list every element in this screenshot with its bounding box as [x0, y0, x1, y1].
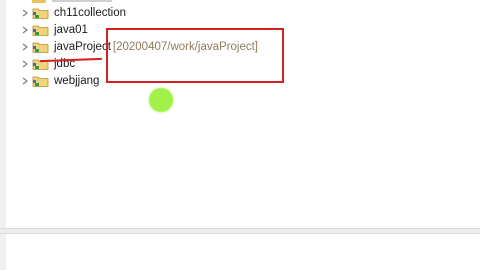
expand-arrow-icon[interactable]: [20, 72, 30, 89]
project-folder-icon: [32, 74, 50, 88]
bottom-panel: [0, 234, 480, 270]
cursor-highlight-dot: [149, 88, 173, 112]
project-folder-icon: [32, 57, 50, 71]
tree-item-label: java01: [54, 23, 88, 36]
annotation-highlight-box: [106, 28, 284, 83]
expand-arrow-icon[interactable]: [20, 4, 30, 21]
expand-arrow-icon[interactable]: [20, 21, 30, 38]
tree-item-ch11collection[interactable]: ch11collection: [20, 4, 126, 21]
tree-item-java01[interactable]: java01: [20, 21, 88, 38]
tree-item-jdbc[interactable]: jdbc: [20, 55, 75, 72]
project-explorer-panel: ch11collection java01 javaProject [20200…: [0, 0, 480, 228]
partial-item-fragment: [32, 0, 112, 3]
expand-arrow-icon[interactable]: [20, 38, 30, 55]
expand-arrow-icon[interactable]: [20, 55, 30, 72]
tree-item-label: javaProject: [54, 40, 111, 53]
project-folder-icon: [32, 23, 50, 37]
project-folder-icon: [32, 6, 50, 20]
tree-item-label: webjjang: [54, 74, 100, 87]
tree-item-webjjang[interactable]: webjjang: [20, 72, 99, 89]
tree-item-partial: [20, 0, 140, 3]
project-folder-icon: [32, 40, 50, 54]
tree-item-label: ch11collection: [54, 6, 127, 19]
